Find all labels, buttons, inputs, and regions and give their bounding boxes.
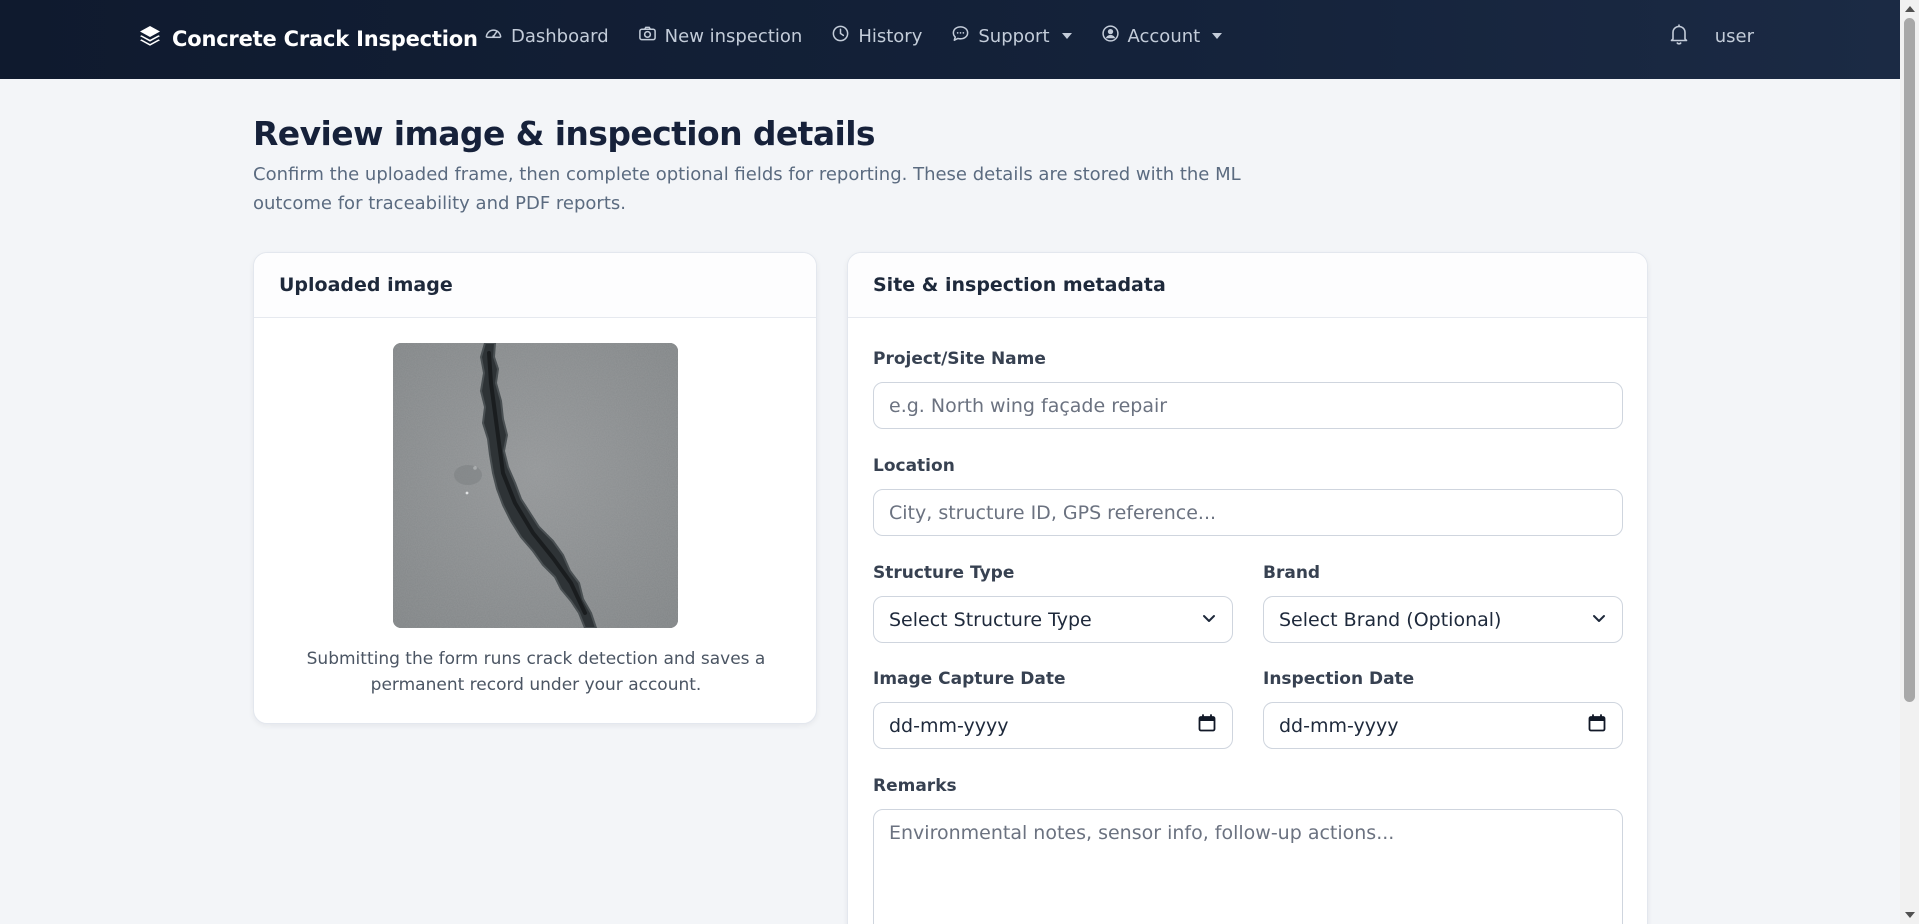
- brand-value: Select Brand (Optional): [1279, 608, 1502, 631]
- scroll-down-arrow-icon[interactable]: [1905, 912, 1915, 918]
- caret-down-icon: [1212, 33, 1223, 39]
- inspection-date-input[interactable]: dd-mm-yyyy: [1263, 702, 1623, 749]
- uploaded-image-card: Uploaded image Submitting the form runs …: [253, 252, 817, 724]
- project-name-input[interactable]: [873, 382, 1623, 429]
- calendar-icon[interactable]: [1197, 713, 1217, 738]
- structure-type-label: Structure Type: [873, 563, 1015, 583]
- nav-account-label: Account: [1127, 25, 1201, 47]
- nav-support-dropdown[interactable]: Support: [951, 22, 1072, 50]
- chat-icon: [951, 24, 970, 48]
- user-name[interactable]: user: [1715, 26, 1754, 47]
- speedometer-icon: [484, 24, 503, 48]
- nav-dashboard-label: Dashboard: [511, 25, 609, 47]
- metadata-card: Site & inspection metadata Project/Site …: [847, 252, 1648, 924]
- location-input[interactable]: [873, 489, 1623, 536]
- project-name-label: Project/Site Name: [873, 349, 1046, 369]
- structure-type-value: Select Structure Type: [889, 608, 1092, 631]
- brand-label: Brand: [1263, 563, 1321, 583]
- nav-right: user: [1667, 22, 1754, 50]
- brand-title: Concrete Crack Inspection: [172, 26, 478, 51]
- camera-icon: [638, 24, 657, 48]
- calendar-icon[interactable]: [1587, 713, 1607, 738]
- inspection-date-label: Inspection Date: [1263, 669, 1415, 689]
- capture-date-input[interactable]: dd-mm-yyyy: [873, 702, 1233, 749]
- chevron-down-icon: [1201, 609, 1217, 631]
- nav-history-label: History: [858, 25, 923, 47]
- nav-new-inspection-label: New inspection: [664, 25, 803, 47]
- uploaded-image-card-title: Uploaded image: [254, 253, 816, 318]
- nav-history[interactable]: History: [831, 22, 922, 50]
- layers-icon: [138, 24, 162, 53]
- remarks-textarea[interactable]: [873, 809, 1623, 924]
- remarks-label: Remarks: [873, 776, 957, 796]
- page-subtitle: Confirm the uploaded frame, then complet…: [253, 164, 1241, 214]
- nav-support-label: Support: [978, 25, 1050, 47]
- location-label: Location: [873, 456, 955, 476]
- clock-icon: [831, 24, 850, 48]
- brand-select[interactable]: Select Brand (Optional): [1263, 596, 1623, 643]
- uploaded-image-preview: [393, 343, 678, 628]
- chevron-down-icon: [1591, 609, 1607, 631]
- image-caption: Submitting the form runs crack detection…: [306, 649, 766, 695]
- page-scrollbar[interactable]: [1900, 0, 1919, 924]
- bell-icon[interactable]: [1667, 22, 1691, 50]
- structure-type-select[interactable]: Select Structure Type: [873, 596, 1233, 643]
- capture-date-value: dd-mm-yyyy: [889, 714, 1009, 737]
- inspection-date-value: dd-mm-yyyy: [1279, 714, 1399, 737]
- metadata-card-title: Site & inspection metadata: [848, 253, 1647, 318]
- nav-links: Dashboard New inspection History Support: [484, 22, 1223, 50]
- page-title: Review image & inspection details: [253, 114, 876, 153]
- nav-dashboard[interactable]: Dashboard: [484, 22, 609, 50]
- capture-date-label: Image Capture Date: [873, 669, 1066, 689]
- user-circle-icon: [1101, 24, 1120, 48]
- brand-link[interactable]: Concrete Crack Inspection: [138, 24, 478, 53]
- scroll-up-arrow-icon[interactable]: [1905, 6, 1915, 12]
- top-navbar: Concrete Crack Inspection Dashboard New …: [0, 0, 1900, 79]
- nav-new-inspection[interactable]: New inspection: [638, 22, 803, 50]
- scroll-thumb[interactable]: [1904, 18, 1915, 702]
- caret-down-icon: [1061, 33, 1072, 39]
- nav-account-dropdown[interactable]: Account: [1101, 22, 1223, 50]
